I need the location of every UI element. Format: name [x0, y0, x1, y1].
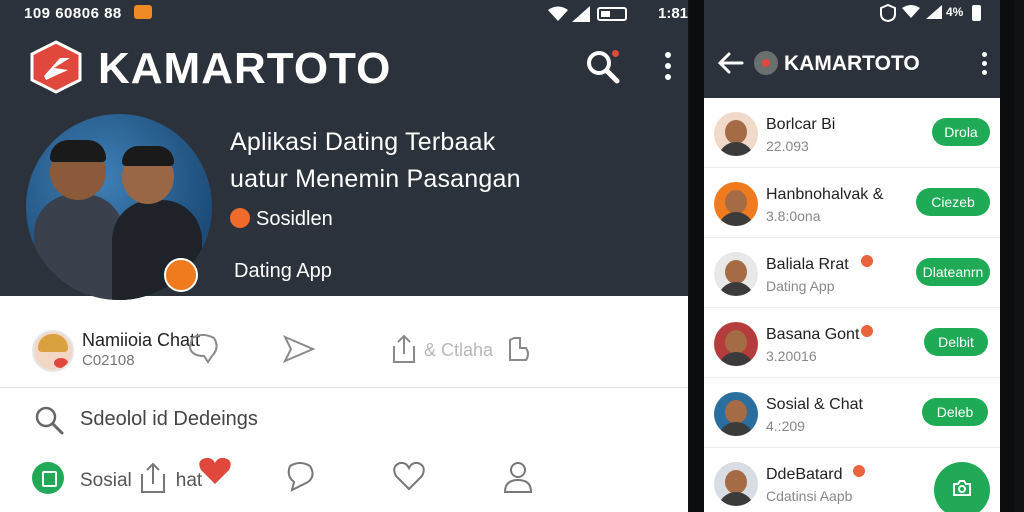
contact-name: Basana Gont: [766, 326, 860, 343]
kebab-menu-icon[interactable]: [982, 52, 988, 79]
contact-list: Borlcar Bi 22.093 Drola Hanbnohalvak & 3.8:0…: [704, 98, 1000, 512]
share-icon[interactable]: [390, 334, 418, 364]
chat-bubble-icon[interactable]: [186, 334, 220, 364]
battery-icon: [972, 5, 981, 21]
nfc-icon: [880, 4, 896, 22]
notification-badge: [860, 254, 874, 268]
avatar: [714, 392, 758, 436]
chat-row-name: Namiioia Chatt: [82, 330, 201, 350]
contact-action-button[interactable]: Drola: [932, 118, 990, 146]
kebab-menu-icon[interactable]: [664, 52, 672, 82]
contact-action-button[interactable]: Ciezeb: [916, 188, 990, 216]
wifi-icon: [548, 6, 568, 21]
phone-app-title: KAMARTOTO: [784, 52, 920, 75]
phone-screen: 4% KAMARTOTO Borlcar Bi 22.093 Drola Hanbno…: [704, 0, 1000, 512]
share-label: & Ctlaha: [424, 340, 494, 360]
signal-icon: [926, 5, 942, 19]
wifi-icon: [902, 5, 920, 18]
contact-subtitle: Cdatinsi Aapb: [766, 488, 853, 504]
status-text: Sosidlen: [256, 208, 333, 230]
phone-status-time: 1:81: [658, 5, 689, 22]
battery-icon: [597, 7, 627, 21]
left-screen: 109 60806 88 KAMARTOTO Aplikasi Dating T…: [0, 0, 688, 512]
contact-list-item[interactable]: Borlcar Bi 22.093 Drola: [704, 98, 1000, 168]
notification-badge: [852, 464, 866, 478]
category-label: Dating App: [234, 260, 332, 282]
battery-percent: 4%: [946, 5, 964, 19]
contact-subtitle: 22.093: [766, 138, 809, 154]
contact-name: DdeBatard: [766, 466, 843, 483]
send-icon[interactable]: [282, 334, 316, 364]
search-icon[interactable]: [34, 405, 64, 435]
avatar: [32, 330, 74, 372]
contact-action-button[interactable]: Delbit: [924, 328, 988, 356]
status-time: 109 60806 88: [24, 5, 122, 22]
kamartoto-logo-icon: [30, 40, 82, 94]
avatar: [714, 252, 758, 296]
avatar: [714, 462, 758, 506]
contact-name: Baliala Rrat: [766, 256, 849, 273]
heart-nav-icon[interactable]: [392, 460, 426, 492]
app-logo-icon: [754, 51, 778, 75]
camera-icon: [953, 480, 971, 496]
search-notification-dot: [610, 48, 621, 59]
status-row: Sosidlen: [230, 208, 333, 231]
nav-label-text: Sosial: [80, 470, 132, 491]
heart-badge-icon: [199, 457, 231, 484]
contact-subtitle: 4.:209: [766, 418, 805, 434]
hero-badge-icon: [164, 258, 198, 292]
avatar: [714, 182, 758, 226]
app-brand-title: KAMARTOTO: [98, 44, 392, 93]
notification-icon: [134, 5, 152, 19]
tagline-line-2: uatur Menemin Pasangan: [230, 165, 521, 193]
signal-icon: [572, 6, 590, 22]
notification-badge: [860, 324, 874, 338]
back-arrow-icon[interactable]: [718, 52, 744, 74]
contact-list-item[interactable]: Hanbnohalvak & 3.8:0ona Ciezeb: [704, 168, 1000, 238]
contact-subtitle: Dating App: [766, 278, 835, 294]
like-icon[interactable]: [506, 334, 532, 364]
phone-status-bar: 4%: [704, 0, 1000, 28]
contact-list-item[interactable]: Basana Gont 3.20016 Delbit: [704, 308, 1000, 378]
contact-subtitle: 3.8:0ona: [766, 208, 821, 224]
chat-nav-icon[interactable]: [284, 460, 316, 492]
contact-subtitle: 3.20016: [766, 348, 817, 364]
contact-list-item[interactable]: Baliala Rrat Dating App Dlateanrn: [704, 238, 1000, 308]
tagline-line-1: Aplikasi Dating Terbaak: [230, 128, 496, 156]
avatar: [714, 322, 758, 366]
contact-name: Borlcar Bi: [766, 116, 836, 133]
status-bar: 109 60806 88: [0, 0, 688, 30]
profile-nav-icon[interactable]: [502, 460, 534, 494]
contact-action-button[interactable]: Dlateanrn: [916, 258, 990, 286]
home-nav-icon[interactable]: [32, 462, 64, 494]
share-nav-icon[interactable]: [138, 460, 168, 494]
contact-name: Sosial & Chat: [766, 396, 863, 413]
status-icon: [230, 208, 250, 228]
avatar: [714, 112, 758, 156]
contact-list-item[interactable]: Sosial & Chat 4.:209 Deleb: [704, 378, 1000, 448]
search-row-text: Sdeolol id Dedeings: [80, 408, 258, 430]
contact-name: Hanbnohalvak &: [766, 186, 884, 203]
chat-row-sub: C02108: [82, 352, 135, 369]
contact-action-button[interactable]: Deleb: [922, 398, 988, 426]
